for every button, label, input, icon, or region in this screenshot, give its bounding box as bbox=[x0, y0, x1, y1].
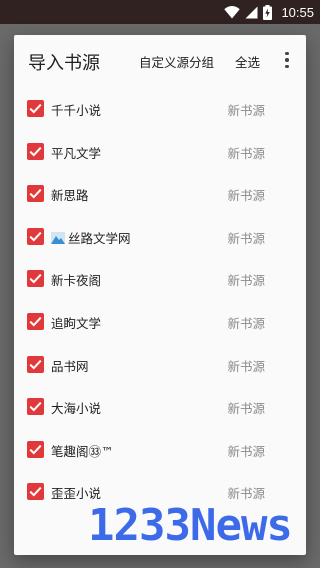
checkbox[interactable] bbox=[27, 398, 44, 416]
list-item[interactable]: 平凡文学 新书源 bbox=[14, 130, 306, 173]
watermark: 1233News bbox=[88, 500, 293, 551]
source-name-text: 新思路 bbox=[51, 188, 89, 204]
checkbox[interactable] bbox=[27, 142, 44, 160]
source-name: 新卡夜阁 bbox=[51, 270, 101, 289]
source-group: 新书源 bbox=[227, 443, 265, 459]
list-item[interactable]: 新思路 新书源 bbox=[14, 172, 306, 215]
source-group: 新书源 bbox=[227, 273, 265, 289]
signal-icon bbox=[245, 6, 258, 19]
source-name: 千千小说 bbox=[51, 100, 101, 119]
checkbox[interactable] bbox=[27, 100, 44, 117]
select-all-button[interactable]: 全选 bbox=[235, 52, 260, 71]
source-name-text: 千千小说 bbox=[51, 103, 102, 118]
source-group: 新书源 bbox=[227, 358, 265, 374]
source-name: 笔趣阁㉝™ bbox=[51, 441, 114, 460]
battery-charging-icon bbox=[263, 4, 273, 20]
list-item[interactable]: 丝路文学网 新书源 bbox=[14, 215, 306, 258]
checkbox[interactable] bbox=[27, 227, 44, 245]
source-group: 新书源 bbox=[227, 401, 265, 417]
list-item[interactable]: 千千小说 新书源 bbox=[14, 87, 306, 130]
checkbox[interactable] bbox=[27, 185, 44, 203]
list-item[interactable]: 品书网 新书源 bbox=[14, 343, 306, 386]
import-source-dialog: 导入书源 自定义源分组 全选 千千小说 新书源 平凡文学 新书源 新思路 新书源 丝路文学网… bbox=[14, 35, 306, 555]
source-list: 千千小说 新书源 平凡文学 新书源 新思路 新书源 丝路文学网 新书源 新卡夜阁 新书源 追眗文学新… bbox=[14, 87, 306, 513]
dialog-header: 导入书源 自定义源分组 全选 bbox=[14, 35, 306, 87]
checkbox[interactable] bbox=[27, 312, 44, 330]
source-name: 丝路文学网 bbox=[51, 228, 131, 247]
source-group: 新书源 bbox=[227, 188, 265, 204]
source-name: 品书网 bbox=[51, 356, 89, 375]
list-item[interactable]: 大海小说 新书源 bbox=[14, 385, 306, 428]
wifi-icon bbox=[224, 5, 241, 19]
dialog-title: 导入书源 bbox=[28, 53, 100, 74]
source-group: 新书源 bbox=[227, 230, 265, 246]
status-icons: 10:55 bbox=[224, 0, 314, 24]
status-bar: 10:55 bbox=[0, 0, 320, 24]
more-vert-icon[interactable] bbox=[280, 49, 294, 71]
source-name: 大海小说 bbox=[51, 398, 101, 417]
checkbox[interactable] bbox=[27, 270, 44, 288]
site-logo-icon bbox=[51, 231, 65, 244]
source-group: 新书源 bbox=[227, 315, 265, 331]
source-group: 新书源 bbox=[227, 145, 265, 161]
source-name-text: 品书网 bbox=[51, 358, 89, 374]
list-item[interactable]: 追眗文学 新书源 bbox=[14, 300, 306, 343]
checkbox[interactable] bbox=[27, 355, 44, 373]
source-name-text: 笔趣阁㉝™ bbox=[51, 443, 114, 459]
source-name: 追眗文学 bbox=[51, 313, 101, 332]
source-name: 平凡文学 bbox=[51, 143, 101, 162]
source-group: 新书源 bbox=[227, 103, 265, 118]
checkbox[interactable] bbox=[27, 483, 44, 501]
source-name: 新思路 bbox=[51, 185, 89, 204]
source-name-text: 平凡文学 bbox=[51, 145, 102, 161]
clock: 10:55 bbox=[281, 4, 314, 20]
list-item[interactable]: 笔趣阁㉝™ 新书源 bbox=[14, 428, 306, 471]
source-name-text: 大海小说 bbox=[51, 401, 102, 417]
source-name-text: 新卡夜阁 bbox=[51, 273, 102, 289]
source-name-text: 追眗文学 bbox=[51, 315, 102, 331]
source-name-text: 丝路文学网 bbox=[68, 230, 131, 246]
checkbox[interactable] bbox=[27, 440, 44, 458]
custom-group-button[interactable]: 自定义源分组 bbox=[139, 52, 214, 71]
list-item[interactable]: 新卡夜阁 新书源 bbox=[14, 257, 306, 300]
